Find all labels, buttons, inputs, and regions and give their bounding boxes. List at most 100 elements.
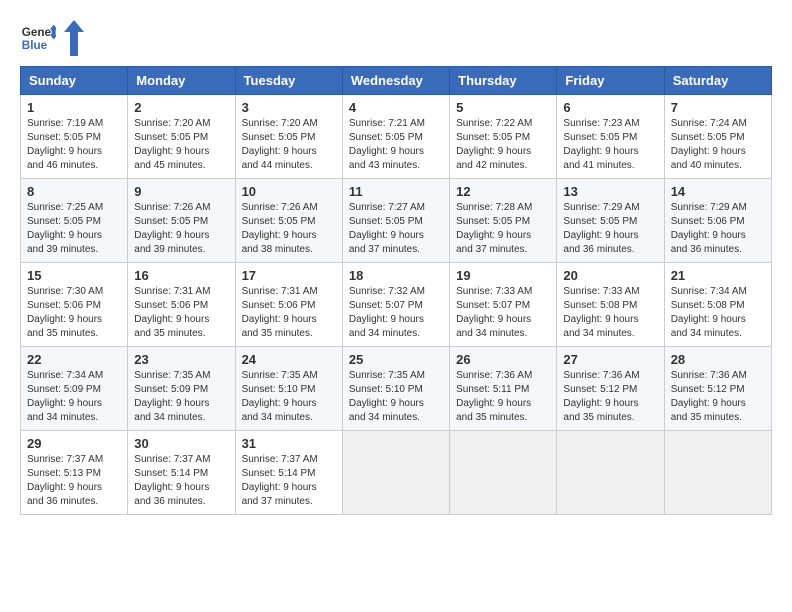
calendar-cell: 4 Sunrise: 7:21 AM Sunset: 5:05 PM Daylig…: [342, 95, 449, 179]
calendar-table: SundayMondayTuesdayWednesdayThursdayFrid…: [20, 66, 772, 515]
calendar-cell: 24 Sunrise: 7:35 AM Sunset: 5:10 PM Dayli…: [235, 347, 342, 431]
calendar-cell: 25Sunrise: 7:35 AM Sunset: 5:10 PM Dayli…: [342, 347, 449, 431]
calendar-cell: 21 Sunrise: 7:34 AM Sunset: 5:08 PM Dayli…: [664, 263, 771, 347]
svg-text:Blue: Blue: [22, 39, 48, 52]
day-info: Sunrise: 7:20 AM Sunset: 5:05 PM Dayligh…: [242, 117, 336, 173]
day-number: 17: [242, 268, 336, 283]
calendar-cell: 27Sunrise: 7:36 AM Sunset: 5:12 PM Dayli…: [557, 347, 664, 431]
calendar-cell: 16 Sunrise: 7:31 AM Sunset: 5:06 PM Dayli…: [128, 263, 235, 347]
day-number: 13: [563, 184, 657, 199]
day-number: 6: [563, 100, 657, 115]
day-info: Sunrise: 7:32 AM Sunset: 5:07 PM Dayligh…: [349, 285, 443, 341]
calendar-cell: 10 Sunrise: 7:26 AM Sunset: 5:05 PM Dayli…: [235, 179, 342, 263]
day-info: Sunrise: 7:31 AM Sunset: 5:06 PM Dayligh…: [134, 285, 228, 341]
day-number: 1: [27, 100, 121, 115]
calendar-cell: 15 Sunrise: 7:30 AM Sunset: 5:06 PM Dayli…: [21, 263, 128, 347]
logo-arrow-icon: [64, 20, 84, 56]
header-day-monday: Monday: [128, 67, 235, 95]
day-info: Sunrise: 7:36 AM Sunset: 5:12 PM Dayligh…: [671, 369, 765, 425]
header-day-sunday: Sunday: [21, 67, 128, 95]
day-info: Sunrise: 7:19 AM Sunset: 5:05 PM Dayligh…: [27, 117, 121, 173]
calendar-week-4: 22 Sunrise: 7:34 AM Sunset: 5:09 PM Dayli…: [21, 347, 772, 431]
calendar-cell: 14 Sunrise: 7:29 AM Sunset: 5:06 PM Dayli…: [664, 179, 771, 263]
calendar-cell: 23Sunrise: 7:35 AM Sunset: 5:09 PM Dayli…: [128, 347, 235, 431]
day-number: 3: [242, 100, 336, 115]
day-info: Sunrise: 7:21 AM Sunset: 5:05 PM Dayligh…: [349, 117, 443, 173]
day-number: 4: [349, 100, 443, 115]
calendar-cell: 8Sunrise: 7:25 AM Sunset: 5:05 PM Daylig…: [21, 179, 128, 263]
calendar-header-row: SundayMondayTuesdayWednesdayThursdayFrid…: [21, 67, 772, 95]
calendar-cell: 3 Sunrise: 7:20 AM Sunset: 5:05 PM Daylig…: [235, 95, 342, 179]
day-info: Sunrise: 7:36 AM Sunset: 5:11 PM Dayligh…: [456, 369, 550, 425]
day-info: Sunrise: 7:33 AM Sunset: 5:08 PM Dayligh…: [563, 285, 657, 341]
calendar-week-1: 1 Sunrise: 7:19 AM Sunset: 5:05 PM Daylig…: [21, 95, 772, 179]
calendar-cell: 5Sunrise: 7:22 AM Sunset: 5:05 PM Daylig…: [450, 95, 557, 179]
calendar-cell: 1 Sunrise: 7:19 AM Sunset: 5:05 PM Daylig…: [21, 95, 128, 179]
day-info: Sunrise: 7:34 AM Sunset: 5:09 PM Dayligh…: [27, 369, 121, 425]
day-number: 29: [27, 436, 121, 451]
day-info: Sunrise: 7:26 AM Sunset: 5:05 PM Dayligh…: [134, 201, 228, 257]
day-number: 27: [563, 352, 657, 367]
day-info: Sunrise: 7:23 AM Sunset: 5:05 PM Dayligh…: [563, 117, 657, 173]
calendar-cell: [342, 431, 449, 515]
day-info: Sunrise: 7:37 AM Sunset: 5:14 PM Dayligh…: [242, 453, 336, 509]
calendar-cell: 18 Sunrise: 7:32 AM Sunset: 5:07 PM Dayli…: [342, 263, 449, 347]
page-header: General Blue: [20, 20, 772, 56]
day-number: 21: [671, 268, 765, 283]
day-info: Sunrise: 7:27 AM Sunset: 5:05 PM Dayligh…: [349, 201, 443, 257]
day-info: Sunrise: 7:26 AM Sunset: 5:05 PM Dayligh…: [242, 201, 336, 257]
calendar-cell: 28 Sunrise: 7:36 AM Sunset: 5:12 PM Dayli…: [664, 347, 771, 431]
day-info: Sunrise: 7:37 AM Sunset: 5:14 PM Dayligh…: [134, 453, 228, 509]
calendar-cell: 20 Sunrise: 7:33 AM Sunset: 5:08 PM Dayli…: [557, 263, 664, 347]
calendar-cell: 29 Sunrise: 7:37 AM Sunset: 5:13 PM Dayli…: [21, 431, 128, 515]
calendar-cell: 19Sunrise: 7:33 AM Sunset: 5:07 PM Dayli…: [450, 263, 557, 347]
day-number: 12: [456, 184, 550, 199]
header-day-wednesday: Wednesday: [342, 67, 449, 95]
day-info: Sunrise: 7:29 AM Sunset: 5:05 PM Dayligh…: [563, 201, 657, 257]
day-number: 28: [671, 352, 765, 367]
day-number: 15: [27, 268, 121, 283]
day-number: 10: [242, 184, 336, 199]
calendar-cell: 22 Sunrise: 7:34 AM Sunset: 5:09 PM Dayli…: [21, 347, 128, 431]
calendar-cell: 6 Sunrise: 7:23 AM Sunset: 5:05 PM Daylig…: [557, 95, 664, 179]
day-number: 11: [349, 184, 443, 199]
day-info: Sunrise: 7:22 AM Sunset: 5:05 PM Dayligh…: [456, 117, 550, 173]
day-number: 22: [27, 352, 121, 367]
day-info: Sunrise: 7:31 AM Sunset: 5:06 PM Dayligh…: [242, 285, 336, 341]
calendar-cell: 7 Sunrise: 7:24 AM Sunset: 5:05 PM Daylig…: [664, 95, 771, 179]
logo-icon: General Blue: [20, 20, 56, 56]
day-info: Sunrise: 7:35 AM Sunset: 5:09 PM Dayligh…: [134, 369, 228, 425]
header-day-friday: Friday: [557, 67, 664, 95]
day-number: 24: [242, 352, 336, 367]
calendar-cell: 12 Sunrise: 7:28 AM Sunset: 5:05 PM Dayli…: [450, 179, 557, 263]
day-info: Sunrise: 7:25 AM Sunset: 5:05 PM Dayligh…: [27, 201, 121, 257]
day-number: 7: [671, 100, 765, 115]
calendar-cell: 17 Sunrise: 7:31 AM Sunset: 5:06 PM Dayli…: [235, 263, 342, 347]
day-info: Sunrise: 7:34 AM Sunset: 5:08 PM Dayligh…: [671, 285, 765, 341]
calendar-week-2: 8Sunrise: 7:25 AM Sunset: 5:05 PM Daylig…: [21, 179, 772, 263]
day-info: Sunrise: 7:24 AM Sunset: 5:05 PM Dayligh…: [671, 117, 765, 173]
day-info: Sunrise: 7:35 AM Sunset: 5:10 PM Dayligh…: [242, 369, 336, 425]
calendar-cell: 2Sunrise: 7:20 AM Sunset: 5:05 PM Daylig…: [128, 95, 235, 179]
calendar-cell: 11 Sunrise: 7:27 AM Sunset: 5:05 PM Dayli…: [342, 179, 449, 263]
day-info: Sunrise: 7:33 AM Sunset: 5:07 PM Dayligh…: [456, 285, 550, 341]
day-number: 30: [134, 436, 228, 451]
calendar-cell: [664, 431, 771, 515]
day-number: 16: [134, 268, 228, 283]
logo: General Blue: [20, 20, 84, 56]
day-number: 18: [349, 268, 443, 283]
day-info: Sunrise: 7:29 AM Sunset: 5:06 PM Dayligh…: [671, 201, 765, 257]
day-info: Sunrise: 7:37 AM Sunset: 5:13 PM Dayligh…: [27, 453, 121, 509]
calendar-week-3: 15 Sunrise: 7:30 AM Sunset: 5:06 PM Dayli…: [21, 263, 772, 347]
day-info: Sunrise: 7:28 AM Sunset: 5:05 PM Dayligh…: [456, 201, 550, 257]
day-number: 2: [134, 100, 228, 115]
calendar-cell: 13 Sunrise: 7:29 AM Sunset: 5:05 PM Dayli…: [557, 179, 664, 263]
calendar-week-5: 29 Sunrise: 7:37 AM Sunset: 5:13 PM Dayli…: [21, 431, 772, 515]
day-number: 14: [671, 184, 765, 199]
day-number: 20: [563, 268, 657, 283]
calendar-cell: 9Sunrise: 7:26 AM Sunset: 5:05 PM Daylig…: [128, 179, 235, 263]
day-info: Sunrise: 7:30 AM Sunset: 5:06 PM Dayligh…: [27, 285, 121, 341]
day-info: Sunrise: 7:35 AM Sunset: 5:10 PM Dayligh…: [349, 369, 443, 425]
calendar-cell: 26Sunrise: 7:36 AM Sunset: 5:11 PM Dayli…: [450, 347, 557, 431]
header-day-tuesday: Tuesday: [235, 67, 342, 95]
